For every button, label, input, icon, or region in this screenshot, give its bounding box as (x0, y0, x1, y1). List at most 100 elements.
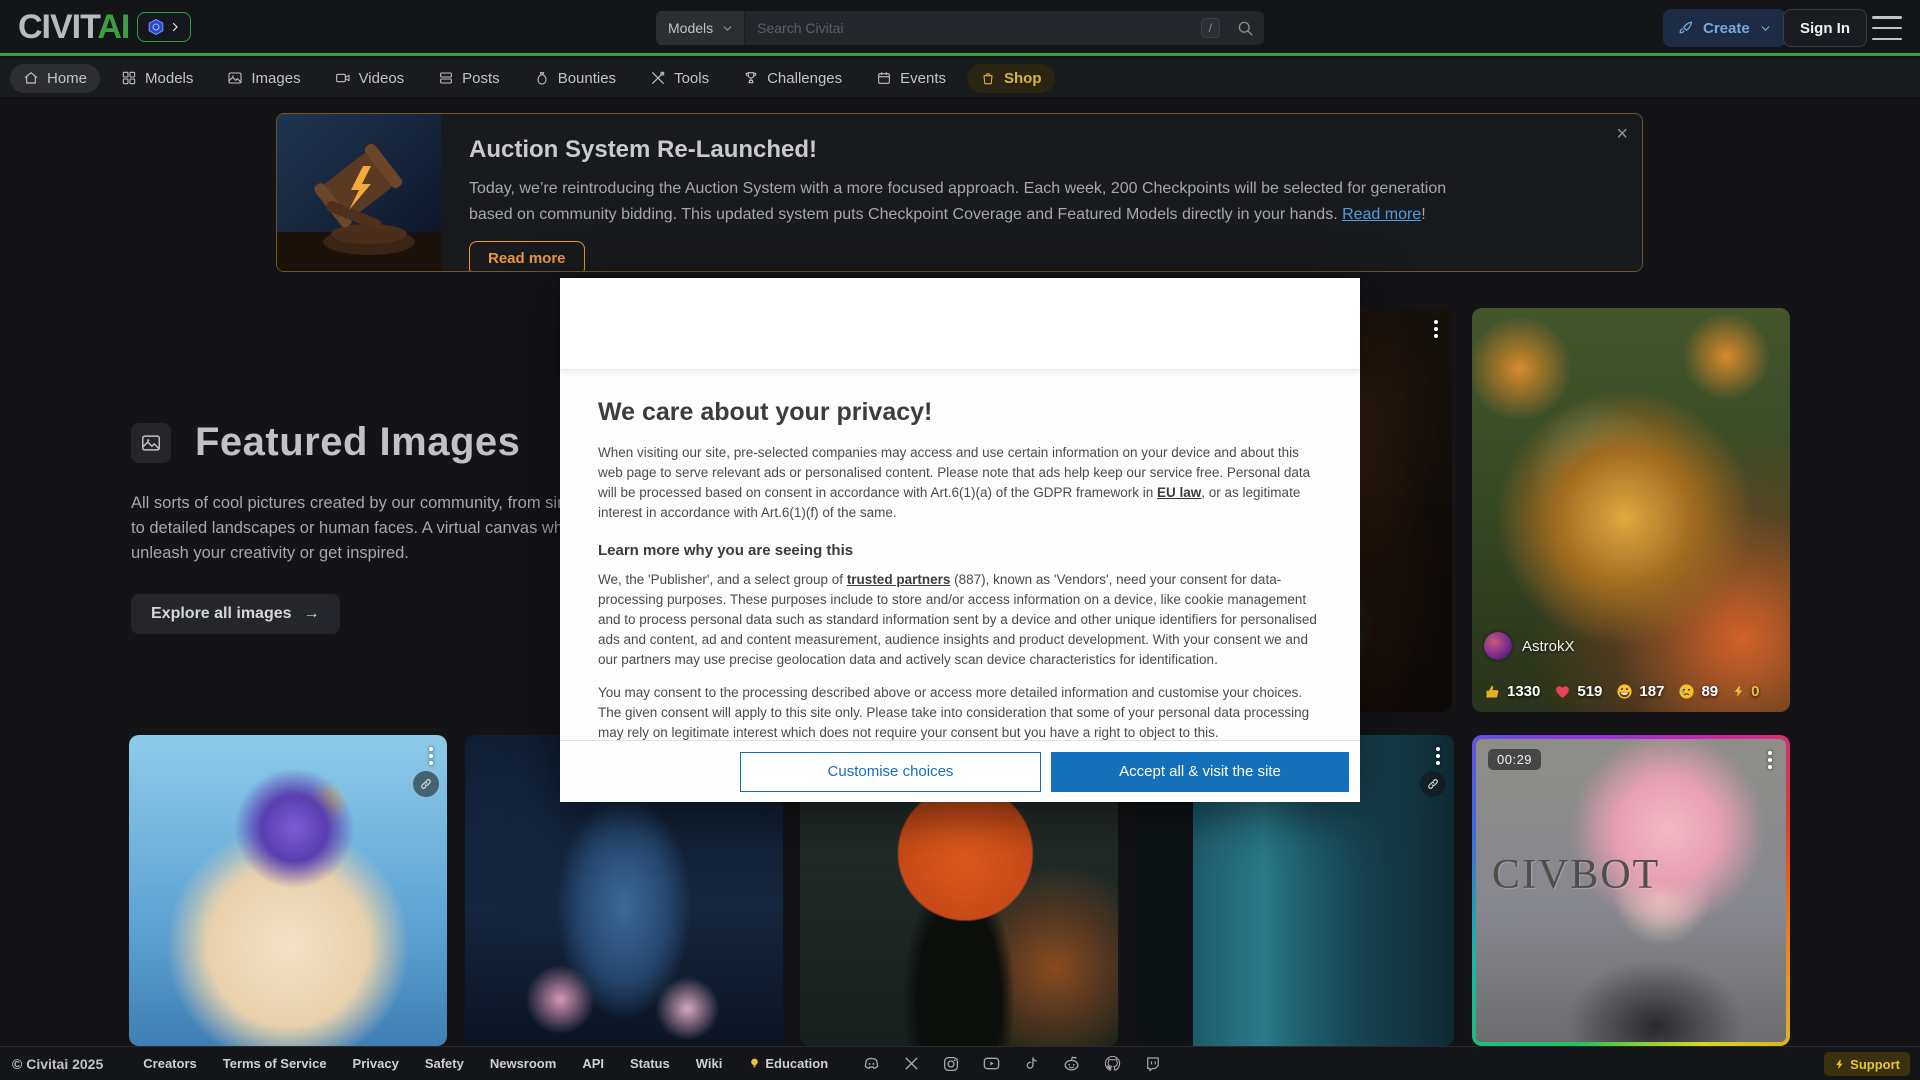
slash-shortcut-key: / (1201, 18, 1220, 38)
brush-icon (1677, 20, 1694, 37)
eu-law-link[interactable]: EU law (1157, 485, 1201, 500)
video-icon (335, 70, 351, 86)
privacy-consent-dialog: We care about your privacy! When visitin… (560, 278, 1360, 802)
stat-zap[interactable]: 0 (1732, 683, 1759, 700)
top-header: CIVITAI Models / Create Sign In (0, 0, 1920, 56)
footer-link-api[interactable]: API (582, 1056, 604, 1071)
shopping-bag-icon (980, 70, 996, 86)
sign-in-button[interactable]: Sign In (1783, 9, 1867, 47)
thumbs-up-icon (1484, 683, 1501, 700)
stat-likes[interactable]: 1330 (1484, 683, 1540, 700)
search-icon[interactable] (1226, 11, 1264, 45)
list-icon (438, 70, 454, 86)
dialog-paragraph-1: When visiting our site, pre-selected com… (598, 443, 1322, 523)
footer-link-education[interactable]: Education (748, 1056, 828, 1071)
video-duration-badge: 00:29 (1488, 749, 1541, 770)
card-reaction-stats: 1330 519 187 89 0 (1484, 683, 1759, 700)
stat-laughs[interactable]: 187 (1616, 683, 1664, 700)
civitai-logo[interactable]: CIVITAI (18, 10, 129, 44)
chevron-right-icon (169, 21, 181, 33)
video-card-civbot[interactable]: CIVBOT 00:29 (1472, 735, 1790, 1046)
accept-all-button[interactable]: Accept all & visit the site (1051, 752, 1349, 792)
nav-item-tools[interactable]: Tools (637, 64, 722, 93)
youtube-icon[interactable] (982, 1054, 1001, 1073)
hamburger-menu-icon[interactable] (1872, 16, 1902, 40)
discord-icon[interactable] (862, 1054, 881, 1073)
lightbulb-icon (748, 1057, 761, 1070)
banner-close-icon[interactable]: × (1616, 124, 1628, 144)
twitch-icon[interactable] (1144, 1055, 1162, 1073)
main-nav: Home Models Images Videos Posts Bounties… (0, 59, 1920, 97)
featured-images-description: All sorts of cool pictures created by ou… (131, 491, 631, 566)
instagram-icon[interactable] (942, 1055, 960, 1073)
photo-icon (227, 70, 243, 86)
footer-link-safety[interactable]: Safety (425, 1056, 464, 1071)
logo-badge-button[interactable] (137, 12, 191, 42)
nav-item-posts[interactable]: Posts (425, 64, 513, 93)
zap-icon (1834, 1058, 1845, 1071)
card-menu-icon[interactable] (425, 743, 437, 769)
chevron-down-icon (1759, 22, 1772, 35)
support-button[interactable]: Support (1824, 1052, 1910, 1076)
banner-text: Today, we’re reintroducing the Auction S… (469, 176, 1464, 227)
card-menu-icon[interactable] (1764, 747, 1776, 773)
copyright-text: © Civitai 2025 (12, 1056, 103, 1072)
github-icon[interactable] (1103, 1054, 1122, 1073)
card-menu-icon[interactable] (1432, 743, 1444, 769)
footer-link-newsroom[interactable]: Newsroom (490, 1056, 556, 1071)
dialog-paragraph-2: We, the 'Publisher', and a select group … (598, 570, 1322, 670)
laugh-emoji-icon (1616, 683, 1633, 700)
footer-link-status[interactable]: Status (630, 1056, 670, 1071)
footer-link-wiki[interactable]: Wiki (696, 1056, 723, 1071)
featured-images-title: Featured Images (195, 420, 520, 465)
home-icon (23, 70, 39, 86)
nav-item-shop[interactable]: Shop (967, 64, 1055, 93)
banner-read-more-button[interactable]: Read more (469, 241, 585, 272)
featured-images-section: Featured Images All sorts of cool pictur… (131, 420, 631, 634)
footer-link-privacy[interactable]: Privacy (353, 1056, 399, 1071)
image-card-wizard-plush[interactable] (129, 735, 447, 1046)
nav-item-events[interactable]: Events (863, 64, 959, 93)
nav-item-bounties[interactable]: Bounties (521, 64, 629, 93)
trusted-partners-link[interactable]: trusted partners (847, 572, 951, 587)
search-input[interactable] (745, 20, 1201, 36)
x-twitter-icon[interactable] (903, 1055, 920, 1072)
nav-item-models[interactable]: Models (108, 64, 206, 93)
moneybag-icon (534, 70, 550, 86)
page-footer: © Civitai 2025 Creators Terms of Service… (0, 1046, 1920, 1080)
nav-item-images[interactable]: Images (214, 64, 313, 93)
gavel-image (277, 114, 441, 271)
customise-choices-button[interactable]: Customise choices (740, 752, 1041, 792)
banner-read-more-link[interactable]: Read more (1342, 206, 1421, 223)
tiktok-icon[interactable] (1023, 1055, 1040, 1072)
zap-icon (1732, 684, 1745, 699)
explore-all-images-button[interactable]: Explore all images→ (131, 594, 340, 634)
link-icon[interactable] (1420, 771, 1446, 797)
nav-item-videos[interactable]: Videos (322, 64, 418, 93)
footer-link-terms[interactable]: Terms of Service (223, 1056, 327, 1071)
footer-link-creators[interactable]: Creators (143, 1056, 196, 1071)
avatar (1484, 632, 1512, 660)
footer-socials (862, 1054, 1162, 1073)
auction-announcement-banner: Auction System Re-Launched! Today, we’re… (276, 113, 1643, 272)
stat-cries[interactable]: 89 (1678, 683, 1718, 700)
tools-icon (650, 70, 666, 86)
nav-item-home[interactable]: Home (10, 64, 100, 93)
nav-item-challenges[interactable]: Challenges (730, 64, 855, 93)
card-menu-icon[interactable] (1430, 316, 1442, 342)
image-card-astrokx[interactable]: AstrokX 1330 519 187 89 0 (1472, 308, 1790, 712)
hexagon-logo-icon (147, 18, 165, 36)
card-image (129, 735, 447, 1046)
reddit-icon[interactable] (1062, 1054, 1081, 1073)
username: AstrokX (1522, 638, 1575, 655)
stat-hearts[interactable]: 519 (1554, 683, 1602, 700)
trophy-icon (743, 70, 759, 86)
link-icon[interactable] (413, 771, 439, 797)
create-button[interactable]: Create (1663, 9, 1786, 47)
search-category-select[interactable]: Models (656, 11, 745, 45)
card-user[interactable]: AstrokX (1484, 632, 1575, 660)
banner-title: Auction System Re-Launched! (469, 136, 1602, 164)
arrow-right-icon: → (304, 605, 320, 623)
dialog-ad-slot (560, 278, 1360, 370)
civbot-overlay-text: CIVBOT (1492, 851, 1660, 899)
